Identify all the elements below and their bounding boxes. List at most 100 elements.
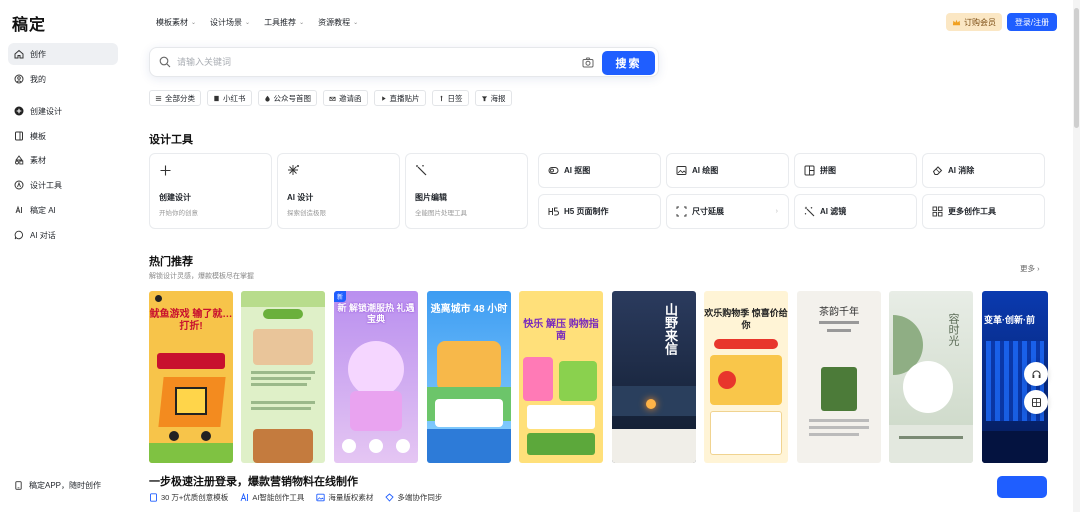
sidebar-item-label: 设计工具 [30,180,62,190]
promo-pill [714,339,778,349]
app-download-link[interactable]: 稿定APP，随时创作 [14,480,101,491]
info-card [435,399,503,427]
shapes-icon [14,155,24,165]
nav-resources[interactable]: 资源教程 ⌄ [318,17,358,28]
scrollbar[interactable] [1073,0,1080,512]
more-link[interactable]: 更多 › [1020,263,1040,274]
text-line [899,436,963,439]
tool-ai-design[interactable]: AI 设计 探索创造极限 [277,153,400,229]
info-card [527,405,595,429]
text-line [251,377,311,380]
login-button[interactable]: 登录/注册 [1007,13,1057,31]
tool-ai-draw[interactable]: AI 绘图 [666,153,789,188]
template-card[interactable]: 容时光 [889,291,973,463]
support-button[interactable] [1024,362,1048,386]
food-photo [253,429,313,463]
category-wechat-cover[interactable]: 公众号首图 [257,90,317,106]
phone-icon [15,481,22,490]
display-shelf [350,391,402,431]
search-button[interactable]: 搜索 [602,51,655,75]
category-invitation[interactable]: 邀请函 [323,90,368,106]
tool-resize[interactable]: 尺寸延展 › [666,194,789,229]
resize-icon [676,206,687,217]
logo-dot [155,295,162,302]
footer [889,425,973,463]
footer [982,431,1048,463]
poster-icon [481,95,487,101]
template-card[interactable]: 茶韵千年 [797,291,881,463]
nav-templates[interactable]: 模板素材 ⌄ [156,17,196,28]
wheel [169,431,179,441]
product-dot [369,439,383,453]
text-line [251,407,311,410]
sidebar-item-gaoding-ai[interactable]: 稿定 AI [8,199,118,221]
logo[interactable]: 稿定 [12,11,46,35]
plus-icon [160,165,171,176]
tool-ai-cutout[interactable]: AI 抠图 [538,153,661,188]
text-line [819,321,859,324]
nav-tools[interactable]: 工具推荐 ⌄ [264,17,304,28]
sidebar-item-label: 我的 [30,74,46,84]
sidebar-item-create[interactable]: 创作 [8,43,118,65]
round-vase [903,361,953,413]
tea-photo [821,367,857,411]
template-card[interactable]: 快乐 解压 购物指南 [519,291,603,463]
tool-ai-filter[interactable]: AI 滤镜 [794,194,917,229]
cart-box [175,387,207,415]
template-card[interactable]: 逃离城市 48 小时 [427,291,511,463]
sidebar-item-ai-chat[interactable]: AI 对话 [8,224,118,246]
nav-scenes[interactable]: 设计场景 ⌄ [210,17,250,28]
tool-h5-page[interactable]: H5 页面制作 [538,194,661,229]
tools-icon [14,180,24,190]
tool-ai-eraser[interactable]: AI 消除 [922,153,1045,188]
doc-icon [150,493,157,502]
tool-more[interactable]: 更多创作工具 [922,194,1045,229]
sparkle-icon [288,165,299,175]
template-card[interactable] [241,291,325,463]
hot-subtitle: 解锁设计灵感，爆款模板尽在掌握 [149,273,254,280]
search-input[interactable] [177,57,577,67]
feedback-button[interactable] [1024,390,1048,414]
chat-icon [14,230,24,240]
crown-icon [952,19,961,25]
scrollbar-thumb[interactable] [1074,8,1079,128]
stage-circle [348,341,404,397]
category-daily-sign[interactable]: 日签 [431,90,469,106]
chevron-right-icon: › [775,208,778,215]
sidebar-item-create-design[interactable]: 创建设计 [8,100,118,122]
sidebar-item-materials[interactable]: 素材 [8,149,118,171]
tool-collage[interactable]: 拼图 [794,153,917,188]
info-card [710,411,782,455]
template-card[interactable]: 鱿鱼游戏 输了就…打折! [149,291,233,463]
template-card[interactable]: 山野来信 [612,291,696,463]
sidebar-item-label: AI 对话 [30,230,56,240]
category-all[interactable]: 全部分类 [149,90,201,106]
sidebar-item-templates[interactable]: 模板 [8,125,118,147]
template-card[interactable]: 欢乐购物季 惊喜价给你 [704,291,788,463]
hot-title: 热门推荐 [149,256,193,268]
category-xiaohongshu[interactable]: 小红书 [207,90,252,106]
sidebar-item-label: 创作 [30,49,46,59]
feature-sync: 多端协作同步 [385,492,442,503]
title-pill [263,309,303,319]
header-strip [241,291,325,307]
chevron-down-icon: ⌄ [353,20,359,26]
tool-image-edit[interactable]: 图片编辑 全能图片处理工具 [405,153,528,229]
sidebar-item-mine[interactable]: 我的 [8,68,118,90]
register-button[interactable] [997,476,1047,498]
sidebar-item-design-tools[interactable]: 设计工具 [8,174,118,196]
text-line [827,329,851,332]
feature-materials: 海量版权素材 [316,492,373,503]
tool-create-design[interactable]: 创建设计 开始你的创意 [149,153,272,229]
camera-icon[interactable] [582,57,594,68]
vip-button[interactable]: 订购会员 [946,13,1002,31]
cutout-icon [548,165,559,176]
sidebar-item-label: 素材 [30,155,46,165]
sidebar-item-label: 模板 [30,131,46,141]
ai-icon [14,205,24,215]
category-live-sticker[interactable]: 直播贴片 [373,90,426,106]
drop-icon [264,95,270,102]
headset-icon [1032,370,1040,378]
template-card[interactable]: 新 新 解锁潮服热 礼遇宝典 [334,291,418,463]
category-poster[interactable]: 海报 [474,90,512,106]
